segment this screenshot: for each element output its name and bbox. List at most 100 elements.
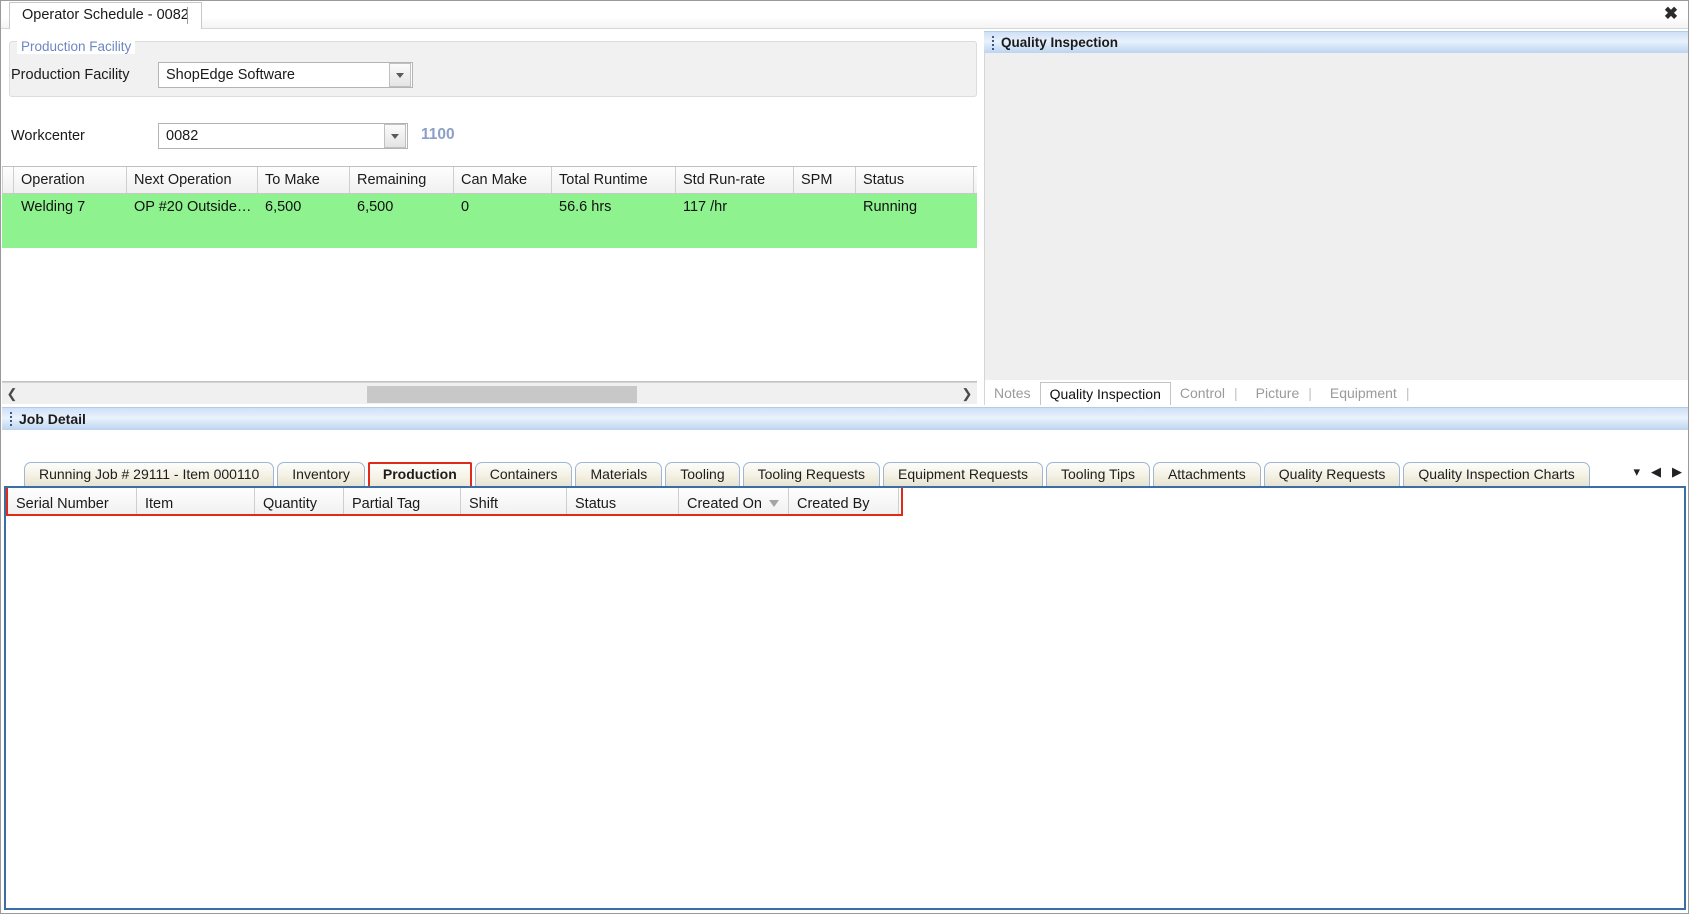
sort-descending-icon [769,500,779,507]
workcenter-label: Workcenter [11,128,85,144]
tab-equipment[interactable]: Equipment | [1321,382,1419,405]
column-header-serial-number[interactable]: Serial Number [6,488,137,514]
cell-to-make: 6,500 [265,199,302,215]
quality-inspection-panel: Quality Inspection Notes Quality Inspect… [984,31,1688,405]
row-selector-cell[interactable] [2,194,14,220]
column-header-status[interactable]: Status [856,167,974,193]
column-header-total-runtime[interactable]: Total Runtime [552,167,676,193]
production-grid-header: Serial Number Item Quantity Partial Tag … [6,488,903,516]
tab-attachments-label: Attachments [1167,466,1246,482]
tab-notes[interactable]: Notes [985,382,1040,405]
column-header-next-operation[interactable]: Next Operation [127,167,258,193]
cell-remaining: 6,500 [357,199,394,215]
chevron-down-icon[interactable] [389,63,411,87]
scroll-track[interactable] [22,384,957,404]
job-detail-tab-nav: ▾ ◀ ▶ [1633,464,1682,480]
column-header-created-on[interactable]: Created On [679,488,789,514]
quality-inspection-tabstrip: Notes Quality Inspection Control | Pictur… [984,380,1688,405]
text-caret [187,7,188,24]
column-header-quantity[interactable]: Quantity [255,488,344,514]
tab-control[interactable]: Control | [1171,382,1247,405]
tab-quality-inspection-charts[interactable]: Quality Inspection Charts [1403,462,1590,486]
tab-production-label: Production [382,466,457,482]
tab-tooling-tips-label: Tooling Tips [1061,466,1135,482]
tab-picture-label: Picture [1255,385,1300,401]
chevron-down-icon[interactable] [384,124,406,148]
column-header-item[interactable]: Item [137,488,255,514]
cell-operation: Welding 7 [21,199,86,215]
tab-inventory-label: Inventory [292,466,350,482]
chevron-left-icon[interactable]: ◀ [1651,464,1661,480]
production-grid: Serial Number Item Quantity Partial Tag … [4,486,1686,910]
tab-tooling[interactable]: Tooling [665,462,740,486]
tab-quality-inspection-charts-label: Quality Inspection Charts [1418,466,1575,482]
tab-tooling-tips[interactable]: Tooling Tips [1046,462,1150,486]
tab-attachments[interactable]: Attachments [1152,462,1261,486]
schedule-grid-hscrollbar[interactable]: ❮ ❯ [2,382,977,404]
tab-containers[interactable]: Containers [474,462,573,486]
drag-grip-icon[interactable] [988,35,998,50]
application-window: Operator Schedule - 0082 ✖ Production Fa… [0,0,1689,914]
column-header-std-run-rate[interactable]: Std Run-rate [676,167,794,193]
job-detail-panel-title: Job Detail [2,407,1688,430]
tab-running-job[interactable]: Running Job # 29111 - Item 000110 [24,462,275,486]
cell-std-run-rate: 117 /hr [683,199,728,215]
chevron-right-icon[interactable]: ▶ [1672,464,1682,480]
cell-spm [794,194,856,220]
production-facility-value: ShopEdge Software [166,67,295,83]
workcenter-select[interactable]: 0082 [158,123,408,149]
schedule-grid: Operation Next Operation To Make Remaini… [2,166,977,382]
column-header-created-on-label: Created On [687,495,762,512]
tab-control-label: Control [1179,385,1226,401]
column-header-remaining[interactable]: Remaining [350,167,454,193]
tab-quality-requests[interactable]: Quality Requests [1263,462,1401,486]
tab-quality-inspection-label: Quality Inspection [1049,386,1161,402]
tab-equipment-requests-label: Equipment Requests [898,466,1029,482]
tab-tooling-label: Tooling [680,466,725,482]
column-header-operation[interactable]: Operation [14,167,127,193]
tab-inventory[interactable]: Inventory [277,462,365,486]
row-selector-header [2,167,14,193]
tab-containers-label: Containers [489,466,558,482]
tab-equipment-label: Equipment [1329,385,1397,401]
production-facility-select[interactable]: ShopEdge Software [158,62,413,88]
table-row-continuation [2,221,977,248]
table-row[interactable]: Welding 7 OP #20 Outside… 6,500 6,500 0 … [2,194,977,221]
chevron-left-icon[interactable]: ❮ [2,384,22,404]
cell-total-runtime: 56.6 hrs [559,199,612,215]
column-header-created-by[interactable]: Created By [789,488,899,514]
chevron-right-icon[interactable]: ❯ [957,384,977,404]
window-tab-operator-schedule[interactable]: Operator Schedule - 0082 [9,2,202,29]
tab-separator: | [1308,385,1312,401]
tab-separator: | [1234,385,1238,401]
tab-production[interactable]: Production [367,462,472,486]
tab-quality-requests-label: Quality Requests [1278,466,1386,482]
tab-running-job-label: Running Job # 29111 - Item 000110 [39,466,260,482]
tab-list-icon[interactable]: ▾ [1633,464,1640,480]
scroll-thumb[interactable] [367,385,637,403]
tab-separator: | [1405,385,1410,401]
cell-next-operation: OP #20 Outside… [134,199,252,215]
column-header-shift[interactable]: Shift [461,488,567,514]
quality-inspection-title-label: Quality Inspection [1001,35,1119,50]
column-header-spm[interactable]: SPM [794,167,856,193]
column-header-can-make[interactable]: Can Make [454,167,552,193]
close-icon[interactable]: ✖ [1660,3,1682,25]
tab-notes-label: Notes [994,385,1031,401]
drag-grip-icon[interactable] [6,412,16,426]
tab-quality-inspection[interactable]: Quality Inspection [1039,382,1171,405]
workcenter-value: 0082 [166,128,199,144]
tab-materials[interactable]: Materials [575,462,663,486]
column-header-partial-tag[interactable]: Partial Tag [344,488,461,514]
window-tabstrip: Operator Schedule - 0082 ✖ [1,1,1688,29]
production-facility-legend: Production Facility [17,39,136,54]
production-facility-group [9,41,977,97]
column-header-to-make[interactable]: To Make [258,167,350,193]
column-header-status[interactable]: Status [567,488,679,514]
tab-tooling-requests[interactable]: Tooling Requests [742,462,881,486]
cell-can-make: 0 [461,199,470,215]
tab-tooling-requests-label: Tooling Requests [757,466,866,482]
tab-equipment-requests[interactable]: Equipment Requests [883,462,1044,486]
tab-picture[interactable]: Picture | [1247,382,1321,405]
job-detail-title-label: Job Detail [19,411,86,427]
